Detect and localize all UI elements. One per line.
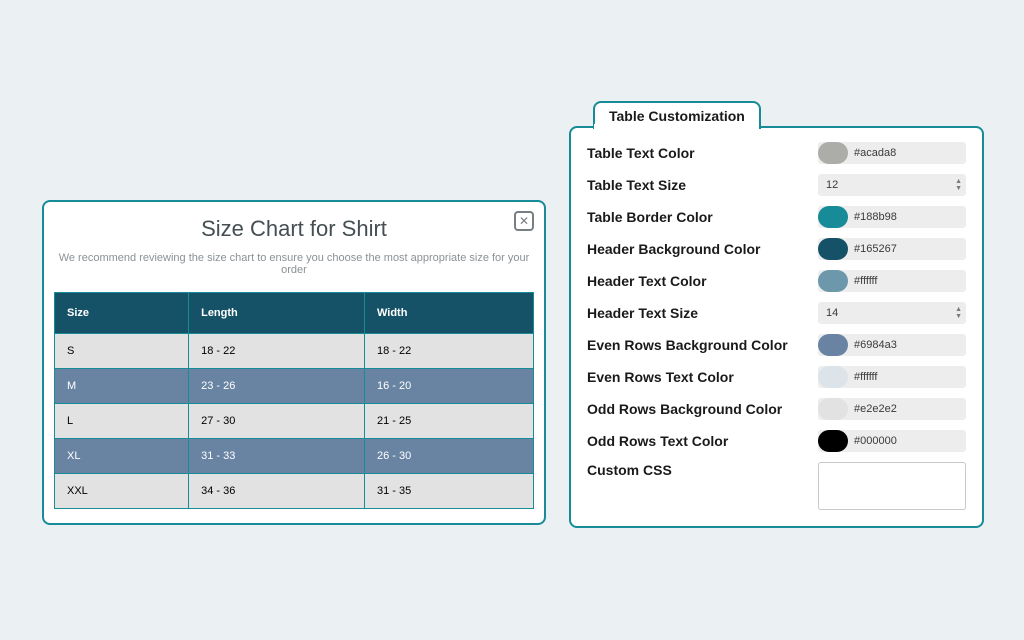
color-swatch[interactable] [818, 430, 848, 452]
color-input[interactable]: #000000 [818, 430, 966, 452]
color-swatch[interactable] [818, 270, 848, 292]
field-table-text-color: Table Text Color #acada8 [587, 142, 966, 164]
color-input[interactable]: #ffffff [818, 366, 966, 388]
table-row: M 23 - 26 16 - 20 [55, 369, 534, 404]
field-table-text-size: Table Text Size 12 ▲▼ [587, 174, 966, 196]
color-input[interactable]: #ffffff [818, 270, 966, 292]
close-icon[interactable]: ✕ [514, 211, 534, 231]
color-input[interactable]: #188b98 [818, 206, 966, 228]
color-swatch[interactable] [818, 238, 848, 260]
color-swatch[interactable] [818, 206, 848, 228]
col-width: Width [364, 293, 533, 334]
field-header-bg-color: Header Background Color #165267 [587, 238, 966, 260]
table-row: XL 31 - 33 26 - 30 [55, 439, 534, 474]
field-even-bg-color: Even Rows Background Color #6984a3 [587, 334, 966, 356]
color-swatch[interactable] [818, 366, 848, 388]
modal-subtitle: We recommend reviewing the size chart to… [54, 252, 534, 276]
size-chart-table: Size Length Width S 18 - 22 18 - 22 M 23… [54, 292, 534, 509]
field-header-text-color: Header Text Color #ffffff [587, 270, 966, 292]
color-input[interactable]: #e2e2e2 [818, 398, 966, 420]
field-header-text-size: Header Text Size 14 ▲▼ [587, 302, 966, 324]
stepper-icon[interactable]: ▲▼ [955, 306, 962, 320]
size-chart-modal: ✕ Size Chart for Shirt We recommend revi… [42, 200, 546, 525]
table-row: XXL 34 - 36 31 - 35 [55, 474, 534, 509]
color-input[interactable]: #6984a3 [818, 334, 966, 356]
color-swatch[interactable] [818, 142, 848, 164]
col-length: Length [189, 293, 365, 334]
custom-css-textarea[interactable] [818, 462, 966, 510]
field-odd-text-color: Odd Rows Text Color #000000 [587, 430, 966, 452]
modal-title: Size Chart for Shirt [54, 216, 534, 242]
color-input[interactable]: #165267 [818, 238, 966, 260]
number-input[interactable]: 12 ▲▼ [818, 174, 966, 196]
field-custom-css: Custom CSS [587, 462, 966, 510]
color-input[interactable]: #acada8 [818, 142, 966, 164]
field-odd-bg-color: Odd Rows Background Color #e2e2e2 [587, 398, 966, 420]
field-even-text-color: Even Rows Text Color #ffffff [587, 366, 966, 388]
table-row: S 18 - 22 18 - 22 [55, 334, 534, 369]
stepper-icon[interactable]: ▲▼ [955, 178, 962, 192]
table-row: L 27 - 30 21 - 25 [55, 404, 534, 439]
table-header-row: Size Length Width [55, 293, 534, 334]
number-input[interactable]: 14 ▲▼ [818, 302, 966, 324]
color-swatch[interactable] [818, 398, 848, 420]
customization-panel: Table Text Color #acada8 Table Text Size… [569, 126, 984, 528]
col-size: Size [55, 293, 189, 334]
color-swatch[interactable] [818, 334, 848, 356]
field-table-border-color: Table Border Color #188b98 [587, 206, 966, 228]
